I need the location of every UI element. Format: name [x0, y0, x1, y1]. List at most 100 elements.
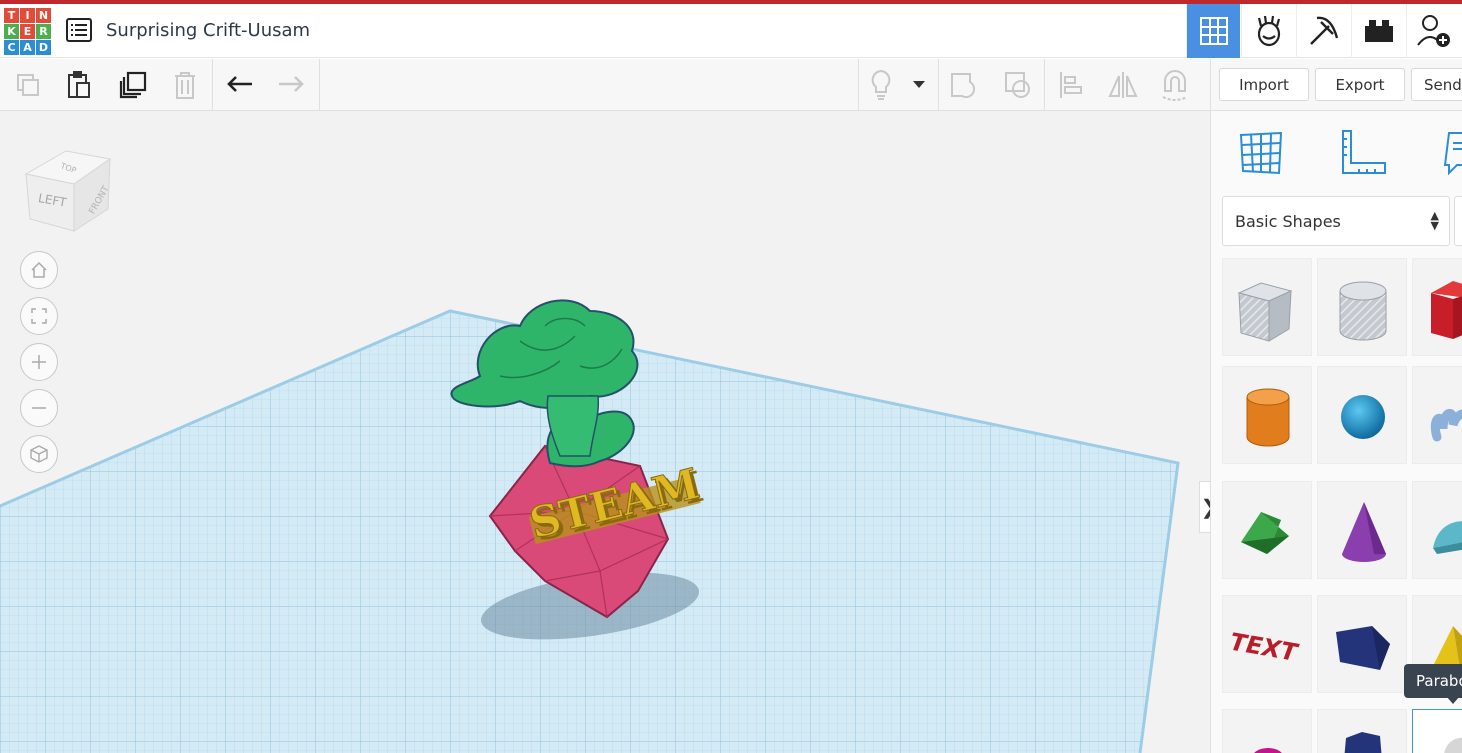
mirror-button[interactable]	[1105, 67, 1141, 103]
magnet-icon	[1162, 70, 1188, 101]
tooltip-text: Parabo	[1416, 672, 1462, 690]
shape-tooltip: Parabo	[1404, 664, 1462, 698]
blocks-view-button[interactable]	[1241, 4, 1295, 58]
home-view-button[interactable]	[20, 251, 58, 289]
tinkercad-logo[interactable]: TIN KER CAD	[4, 8, 52, 56]
duplicate-button[interactable]	[115, 67, 151, 103]
paste-button[interactable]	[61, 67, 97, 103]
caret-down-icon	[913, 81, 925, 88]
cylinder-icon	[1339, 281, 1387, 341]
undo-button[interactable]	[222, 67, 258, 103]
workplane-tool-button[interactable]	[1235, 127, 1287, 179]
lightbulb-icon	[871, 69, 891, 100]
cruise-button[interactable]	[1157, 67, 1193, 103]
shape-category-select[interactable]: Basic Shapes ▲ ▼	[1222, 196, 1450, 246]
grid-icon	[1199, 17, 1228, 45]
logo-letter: D	[36, 40, 51, 55]
orange-cylinder-icon	[1246, 388, 1290, 447]
group-icon	[951, 73, 976, 99]
group-button[interactable]	[946, 67, 982, 103]
zoom-out-button[interactable]	[20, 389, 58, 427]
align-button[interactable]	[1053, 67, 1089, 103]
zoom-in-button[interactable]	[20, 343, 58, 381]
ruler-tool-button[interactable]	[1337, 127, 1389, 179]
text-icon: TEXT	[1225, 628, 1302, 666]
torus-icon	[1254, 748, 1282, 753]
lego-view-button[interactable]	[1351, 4, 1405, 58]
shape-partial-1[interactable]	[1222, 709, 1312, 753]
perspective-cube-icon	[30, 445, 48, 463]
select-arrows-icon: ▲ ▼	[1430, 209, 1439, 232]
shape-paraboloid[interactable]	[1412, 709, 1462, 753]
logo-letter: N	[36, 8, 51, 23]
shape-search-field[interactable]	[1454, 196, 1462, 246]
design-list-icon[interactable]	[66, 18, 92, 42]
redo-button[interactable]	[273, 67, 309, 103]
shape-cylinder-hole[interactable]	[1317, 258, 1407, 356]
logo-letter: E	[20, 24, 35, 39]
minus-icon	[32, 407, 46, 409]
perspective-button[interactable]	[20, 435, 58, 473]
ungroup-icon	[1005, 72, 1030, 98]
logo-letter: T	[4, 8, 19, 23]
roof-icon	[1241, 512, 1289, 554]
tinkercad-app: TINKERCAD Surprising Crift-Uusam Import …	[0, 0, 1462, 753]
project-title[interactable]: Surprising Crift-Uusam	[106, 20, 310, 41]
add-user-button[interactable]	[1406, 4, 1460, 58]
shapes-panel: Basic Shapes ▲ ▼ TEXT	[1210, 111, 1462, 753]
pickaxe-icon	[1309, 16, 1338, 45]
workplane-grid-icon	[1239, 131, 1283, 175]
sphere-icon	[1341, 395, 1385, 439]
shape-sphere[interactable]	[1317, 366, 1407, 464]
paraboloid-icon	[1444, 737, 1462, 753]
copy-button[interactable]	[10, 67, 46, 103]
shape-cylinder[interactable]	[1222, 366, 1312, 464]
logo-letter: A	[20, 40, 35, 55]
import-export-bar: Import Export Send	[1210, 59, 1462, 111]
note-bubble-icon	[1443, 132, 1462, 176]
cone-icon	[1342, 502, 1386, 562]
hexagon-icon	[1344, 732, 1382, 753]
export-button[interactable]: Export	[1315, 68, 1405, 101]
3d-design-view-button[interactable]	[1186, 4, 1240, 58]
paste-icon	[68, 71, 90, 98]
workplane-viewport[interactable]: STEAM STEAM TOP LEFT FRONT	[0, 111, 1210, 753]
header-bar: TIN KER CAD Surprising Crift-Uusam	[0, 4, 1462, 58]
shape-category-value: Basic Shapes	[1235, 211, 1341, 231]
3d-scene[interactable]: STEAM STEAM	[0, 111, 1210, 753]
shape-cone[interactable]	[1317, 481, 1407, 579]
ungroup-button[interactable]	[1000, 67, 1036, 103]
trash-icon	[175, 72, 195, 99]
round-roof-icon	[1433, 521, 1462, 554]
shape-polygon[interactable]	[1317, 595, 1407, 693]
shape-box-hole[interactable]	[1222, 258, 1312, 356]
fit-icon	[31, 308, 47, 324]
duplicate-icon	[119, 71, 147, 99]
notes-tool-button[interactable]	[1437, 127, 1462, 179]
import-button[interactable]: Import	[1219, 68, 1309, 101]
minecraft-view-button[interactable]	[1296, 4, 1350, 58]
brick-icon	[1364, 20, 1393, 42]
add-user-icon	[1416, 15, 1450, 47]
shape-round-roof[interactable]	[1412, 481, 1462, 579]
shape-partial-2[interactable]	[1317, 709, 1407, 753]
text-shape-label: TEXT	[1225, 628, 1302, 666]
delete-button[interactable]	[167, 67, 203, 103]
shape-text[interactable]: TEXT	[1222, 595, 1312, 693]
polygon-icon	[1336, 626, 1390, 670]
show-all-button[interactable]	[863, 67, 899, 103]
view-cube[interactable]: TOP LEFT FRONT	[24, 139, 114, 234]
shape-box[interactable]	[1412, 258, 1462, 356]
send-to-button[interactable]: Send	[1411, 68, 1462, 101]
mirror-icon	[1108, 72, 1138, 98]
logo-letter: I	[20, 8, 35, 23]
logo-letter: K	[4, 24, 19, 39]
show-all-dropdown[interactable]	[904, 67, 934, 103]
shape-roof[interactable]	[1222, 481, 1312, 579]
shape-scribble[interactable]	[1412, 366, 1462, 464]
plus-icon	[32, 355, 46, 369]
scribble-icon	[1430, 409, 1462, 442]
undo-icon	[227, 76, 252, 92]
logo-letter: C	[4, 40, 19, 55]
fit-view-button[interactable]	[20, 297, 58, 335]
